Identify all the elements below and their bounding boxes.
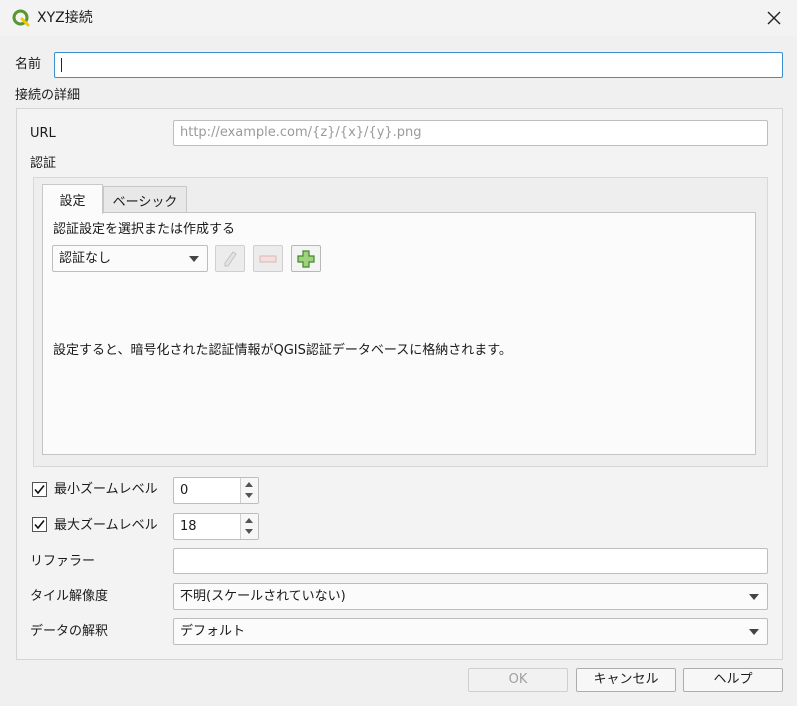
interpretation-label: データの解釈 [30,624,109,639]
chevron-down-icon [749,629,759,635]
tile-resolution-label: タイル解像度 [30,589,109,604]
max-zoom-spinbox[interactable]: 18 [173,513,259,540]
tab-basic[interactable]: ベーシック [103,186,187,214]
close-button[interactable] [754,2,794,34]
add-auth-button[interactable] [291,245,321,272]
referer-label: リファラー [30,554,96,569]
connection-details-title: 接続の詳細 [15,88,81,103]
auth-info-text: 設定すると、暗号化された認証情報がQGIS認証データベースに格納されます。 [53,343,512,358]
max-zoom-label: 最大ズームレベル [54,518,158,533]
max-zoom-value: 18 [180,519,197,534]
chevron-down-icon [749,594,759,600]
min-zoom-label: 最小ズームレベル [54,482,158,497]
checkmark-icon [34,520,45,530]
qgis-logo-icon [12,9,30,27]
referer-input[interactable] [173,548,768,574]
tab-settings[interactable]: 設定 [42,184,103,214]
max-zoom-checkbox[interactable] [32,517,47,532]
url-placeholder: http://example.com/{z}/{x}/{y}.png [180,125,422,140]
edit-auth-button[interactable] [215,245,245,272]
close-icon [767,11,781,25]
auth-config-combo[interactable]: 認証なし [52,245,208,272]
tile-resolution-value: 不明(スケールされていない) [180,589,346,604]
spin-down-icon[interactable] [245,493,253,498]
cancel-button[interactable]: キャンセル [576,668,676,692]
min-zoom-spinbox[interactable]: 0 [173,477,259,504]
tile-resolution-combo[interactable]: 不明(スケールされていない) [173,583,768,610]
text-cursor [61,57,62,72]
help-button[interactable]: ヘルプ [683,668,783,692]
url-label: URL [30,126,56,141]
tab-settings-label: 設定 [59,194,86,209]
auth-config-value: 認証なし [59,251,112,266]
auth-title: 認証 [30,156,57,171]
url-input[interactable]: http://example.com/{z}/{x}/{y}.png [173,120,768,146]
ok-button[interactable]: OK [468,668,568,692]
spin-up-icon[interactable] [245,518,253,523]
chevron-down-icon [189,256,199,262]
min-zoom-checkbox[interactable] [32,482,47,497]
minus-icon [259,255,277,262]
interpretation-combo[interactable]: デフォルト [173,618,768,645]
plus-icon [297,249,315,268]
remove-auth-button[interactable] [253,245,283,272]
name-label: 名前 [15,57,42,72]
window-title: XYZ接続 [37,10,93,26]
min-zoom-stepper [240,478,258,503]
min-zoom-value: 0 [180,483,189,498]
spin-down-icon[interactable] [245,529,253,534]
auth-select-label: 認証設定を選択または作成する [53,222,236,237]
checkmark-icon [34,485,45,495]
name-input[interactable] [54,52,783,78]
spin-up-icon[interactable] [245,482,253,487]
pencil-icon [224,250,237,266]
max-zoom-stepper [240,514,258,539]
tab-basic-label: ベーシック [112,195,178,210]
interpretation-value: デフォルト [180,624,246,639]
title-bar [0,0,797,36]
